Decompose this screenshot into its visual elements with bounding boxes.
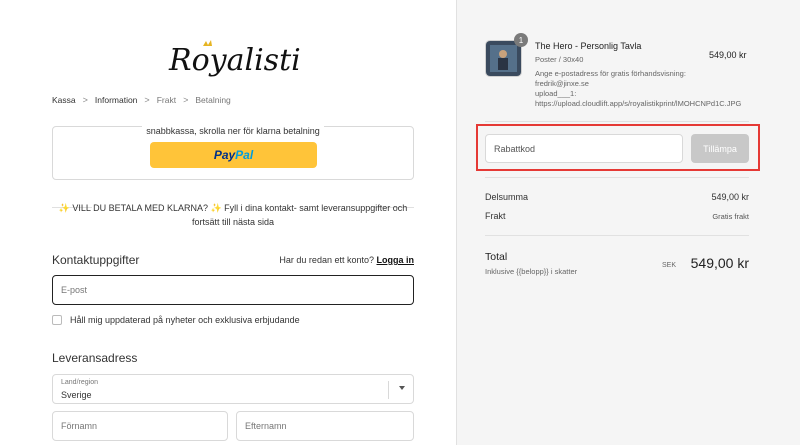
select-divider (388, 381, 389, 399)
subtotal-value: 549,00 kr (711, 192, 749, 202)
checkout-main: Royalistik Kassa > Information > Frakt >… (0, 0, 456, 445)
country-select[interactable]: Land/region Sverige (52, 374, 414, 404)
klarna-message: ✨ VILL DU BETALA MED KLARNA? ✨ Fyll i di… (58, 203, 408, 227)
express-checkout: snabbkassa, skrolla ner för klarna betal… (52, 126, 414, 180)
shipping-label: Frakt (485, 211, 506, 221)
breadcrumb-shipping: Frakt (156, 95, 177, 105)
tax-note: Inklusive {{belopp}} i skatter (485, 267, 578, 276)
total-value: 549,00 kr (690, 255, 749, 271)
product-upload: upload___1: https://upload.cloudlift.app… (535, 89, 742, 108)
has-account-text: Har du redan ett konto? Logga in (279, 255, 415, 265)
divider (485, 177, 749, 178)
logo-text: Royalistik (168, 43, 300, 78)
country-label: Land/region (61, 379, 98, 386)
subtotal-label: Delsumma (485, 192, 529, 202)
express-checkout-title: snabbkassa, skrolla ner för klarna betal… (53, 126, 413, 136)
login-link[interactable]: Logga in (377, 255, 415, 265)
product-image (486, 41, 521, 76)
breadcrumb-payment: Betalning (195, 95, 231, 105)
country-value: Sverige (61, 390, 92, 400)
shipping-value: Gratis frakt (712, 212, 749, 221)
product-price: 549,00 kr (709, 50, 747, 60)
product-property: Ange e-postadress för gratis förhandsvis… (535, 69, 686, 88)
lastname-field[interactable]: Efternamn (236, 411, 414, 441)
total-label: Total (485, 251, 508, 263)
quantity-badge: 1 (514, 33, 528, 47)
currency-code: SEK (662, 262, 677, 269)
newsletter-label: Håll mig uppdaterad på nyheter och exklu… (70, 315, 300, 325)
chevron-right-icon: > (82, 95, 88, 105)
apply-discount-button[interactable]: Tillämpa (691, 134, 749, 163)
discount-code-input[interactable]: Rabattkod (485, 134, 683, 163)
breadcrumb-information: Information (94, 95, 138, 105)
chevron-right-icon: > (183, 95, 189, 105)
newsletter-option[interactable]: Håll mig uppdaterad på nyheter och exklu… (52, 315, 300, 325)
chevron-down-icon (399, 386, 405, 390)
order-summary: 1 The Hero - Personlig Tavla Poster / 30… (456, 0, 800, 445)
contact-heading: Kontaktuppgifter (52, 253, 140, 267)
divider (485, 121, 749, 122)
paypal-logo-pal: Pal (235, 148, 254, 162)
product-title: The Hero - Personlig Tavla (535, 41, 642, 51)
store-logo[interactable]: Royalistik (165, 30, 319, 88)
breadcrumb-cart[interactable]: Kassa (52, 95, 76, 105)
breadcrumb: Kassa > Information > Frakt > Betalning (52, 95, 231, 105)
delivery-heading: Leveransadress (52, 351, 138, 365)
paypal-button[interactable]: Pay Pal (150, 142, 317, 168)
firstname-field[interactable]: Förnamn (52, 411, 228, 441)
email-field[interactable]: E-post (52, 275, 414, 305)
chevron-right-icon: > (144, 95, 150, 105)
divider (485, 235, 749, 236)
product-variant: Poster / 30x40 (535, 55, 584, 64)
paypal-logo-pay: Pay (213, 148, 236, 162)
newsletter-checkbox[interactable] (52, 315, 62, 325)
